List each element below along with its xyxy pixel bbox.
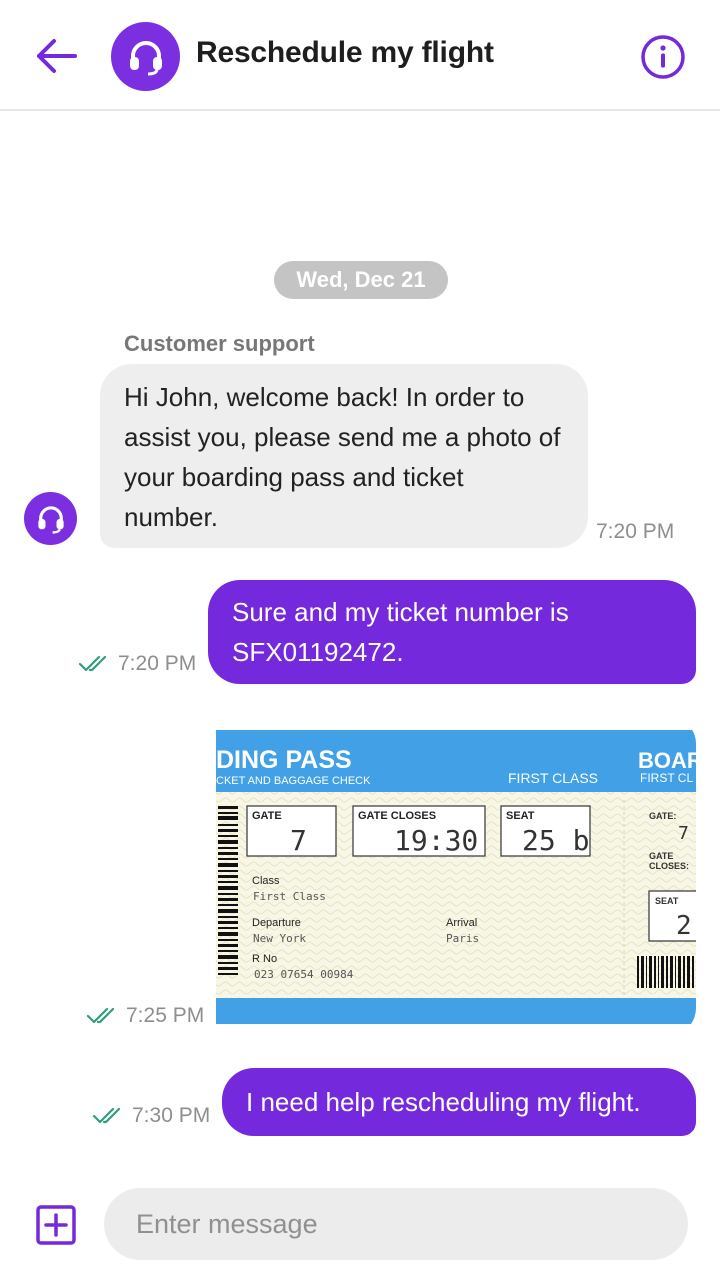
message-input[interactable] [104,1188,688,1260]
double-check-icon [78,655,107,672]
gate-closes-value: 19:30 [394,824,478,857]
add-square-icon [36,1205,76,1245]
stub-gate-label: GATE: [649,811,676,821]
message-time-text: 7:20 PM [118,652,197,675]
page-title: Reschedule my flight [196,36,494,69]
seat-label: SEAT [506,810,535,822]
app-header: Reschedule my flight [0,0,720,111]
double-check-icon [86,1007,115,1024]
departure-value: New York [253,932,306,945]
message-time: 7:25 PM [86,1004,204,1028]
message-time-text: 7:20 PM [596,520,675,543]
headset-icon [129,40,162,75]
arrow-left-icon [37,39,77,73]
boarding-pass-image[interactable]: DING PASS CKET AND BAGGAGE CHECK FIRST C… [208,716,696,1036]
boarding-pass-graphic: DING PASS CKET AND BAGGAGE CHECK FIRST C… [216,730,696,1024]
gate-value: 7 [290,824,307,857]
rno-value: 023 07654 00984 [254,968,354,981]
message-time: 7:30 PM [92,1104,210,1128]
stub-closes-label-2: CLOSES: [649,861,689,871]
add-attachment-button[interactable] [34,1203,78,1247]
message-time-text: 7:25 PM [126,1004,205,1027]
arrival-label: Arrival [446,917,477,929]
gate-closes-label: GATE CLOSES [358,810,436,822]
seat-value: 25 b [522,824,589,857]
message-bubble-outgoing[interactable]: I need help rescheduling my flight. [222,1068,696,1136]
message-time: 7:20 PM [78,652,196,676]
stub-seat-value: 2 [676,911,692,941]
message-bubble-outgoing[interactable]: Sure and my ticket number is SFX01192472… [208,580,696,684]
arrival-value: Paris [446,932,479,945]
sender-name: Customer support [124,331,315,356]
headset-icon [37,505,64,534]
info-icon [641,35,685,79]
class-value: First Class [253,890,326,903]
rno-label: R No [252,953,277,965]
info-button[interactable] [638,32,688,82]
stub-title: BOAR [638,748,696,773]
gate-label: GATE [252,810,282,822]
stub-closes-label-1: GATE [649,851,673,861]
stub-seat-label: SEAT [655,896,679,906]
date-separator: Wed, Dec 21 [274,261,448,299]
message-bubble-incoming[interactable]: Hi John, welcome back! In order to assis… [100,364,588,548]
stub-class: FIRST CL [640,771,693,785]
back-button[interactable] [30,30,82,82]
stub-gate-value: 7 [678,823,689,844]
departure-label: Departure [252,917,301,929]
class-label: Class [252,875,280,887]
pass-class-header: FIRST CLASS [508,770,598,786]
message-time-text: 7:30 PM [132,1104,211,1127]
message-time: 7:20 PM [596,520,674,544]
pass-subtitle: CKET AND BAGGAGE CHECK [216,775,371,787]
double-check-icon [92,1107,121,1124]
support-avatar[interactable] [111,22,180,91]
pass-title: DING PASS [216,746,352,774]
sender-avatar[interactable] [24,492,77,545]
